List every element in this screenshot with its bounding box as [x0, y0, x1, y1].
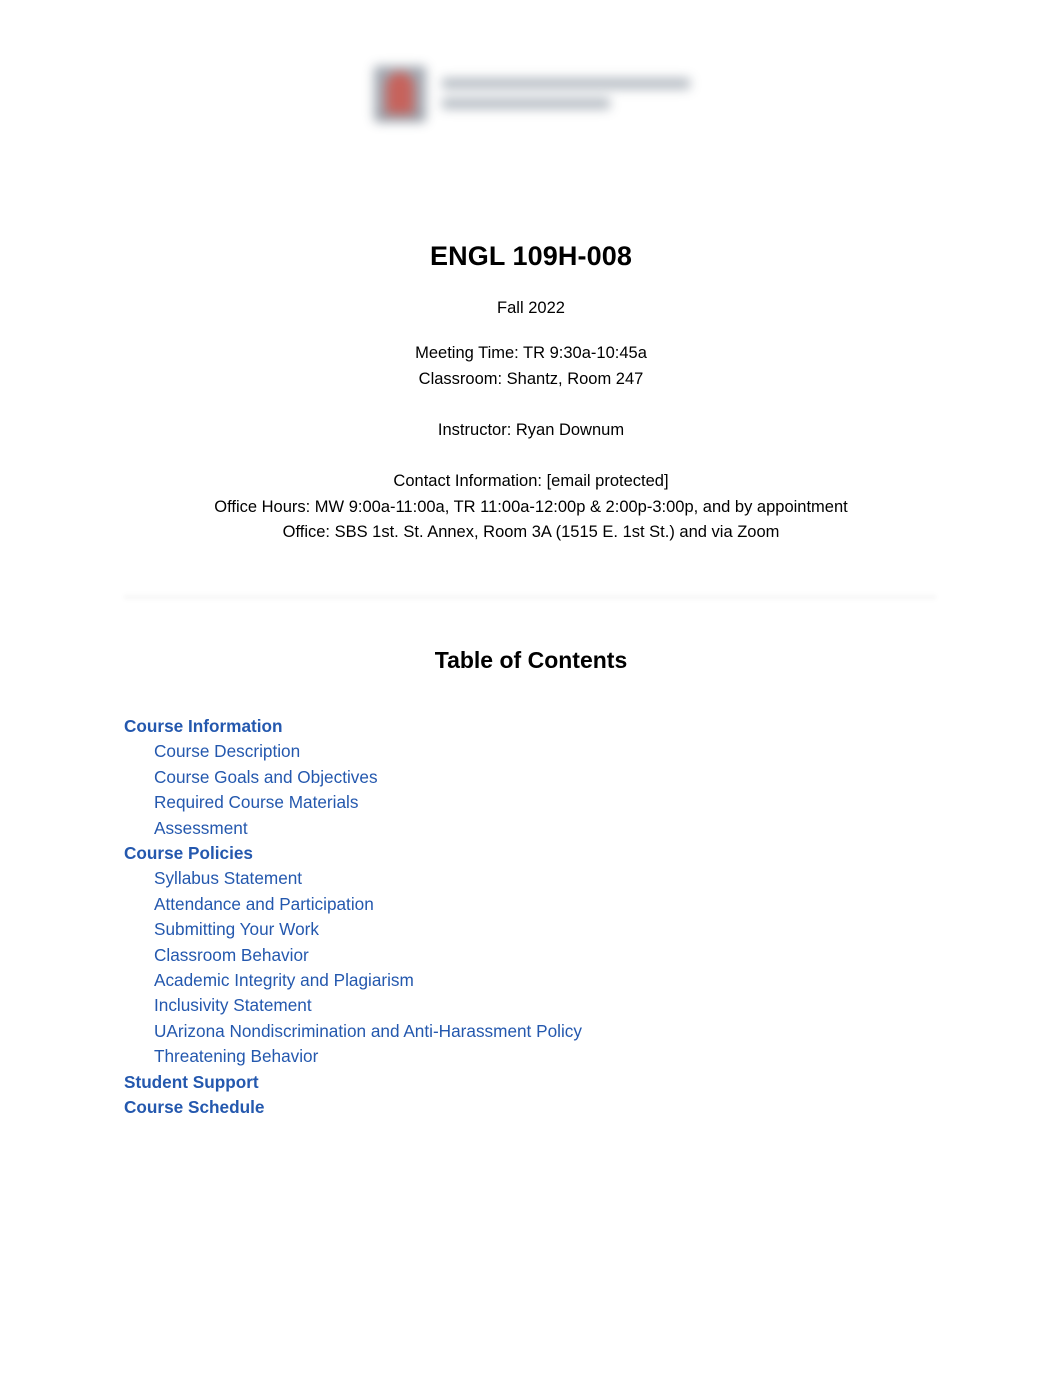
toc-link[interactable]: Academic Integrity and Plagiarism [154, 968, 944, 993]
toc-link[interactable]: Course Schedule [124, 1095, 944, 1120]
toc-link[interactable]: Student Support [124, 1070, 944, 1095]
section-divider [124, 594, 936, 600]
instructor-line: Instructor: Ryan Downum [437, 420, 625, 439]
toc-link[interactable]: Course Description [154, 739, 944, 764]
toc-link[interactable]: Assessment [154, 816, 944, 841]
course-info-block: Meeting Time: TR 9:30a-10:45a Classroom:… [0, 341, 1062, 546]
meeting-time-line: Meeting Time: TR 9:30a-10:45a [415, 344, 647, 362]
toc-link[interactable]: Course Goals and Objectives [154, 765, 944, 790]
info-spacer-1 [0, 392, 1062, 418]
classroom-line: Classroom: Shantz, Room 247 [418, 369, 644, 388]
toc-link[interactable]: Inclusivity Statement [154, 993, 944, 1018]
toc-link[interactable]: Classroom Behavior [154, 943, 944, 968]
table-of-contents-heading: Table of Contents [434, 647, 628, 673]
university-shield-logo-icon [372, 60, 428, 122]
toc-link[interactable]: Required Course Materials [154, 790, 944, 815]
toc-link[interactable]: Attendance and Participation [154, 892, 944, 917]
university-logo [372, 52, 702, 130]
office-hours-line: Office Hours: MW 9:00a-11:00a, TR 11:00a… [214, 497, 848, 516]
toc-link[interactable]: Threatening Behavior [154, 1044, 944, 1069]
page-title: ENGL 109H-008 [430, 241, 632, 271]
toc-link[interactable]: Submitting Your Work [154, 917, 944, 942]
contact-information-line: Contact Information: [email protected] [393, 471, 669, 490]
term-label: Fall 2022 [497, 299, 565, 317]
toc-link[interactable]: UArizona Nondiscrimination and Anti-Hara… [154, 1019, 944, 1044]
info-spacer-2 [0, 443, 1062, 469]
document-page: ENGL 109H-008 Fall 2022 Meeting Time: TR… [0, 0, 1062, 1377]
toc-link[interactable]: Syllabus Statement [154, 866, 944, 891]
table-of-contents-list: Course Information Course Description Cour… [124, 714, 944, 1121]
office-location-line: Office: SBS 1st. St. Annex, Room 3A (151… [282, 523, 780, 542]
toc-link[interactable]: Course Policies [124, 841, 944, 866]
university-wordmark-blurred-icon [442, 74, 690, 109]
toc-link[interactable]: Course Information [124, 714, 944, 739]
